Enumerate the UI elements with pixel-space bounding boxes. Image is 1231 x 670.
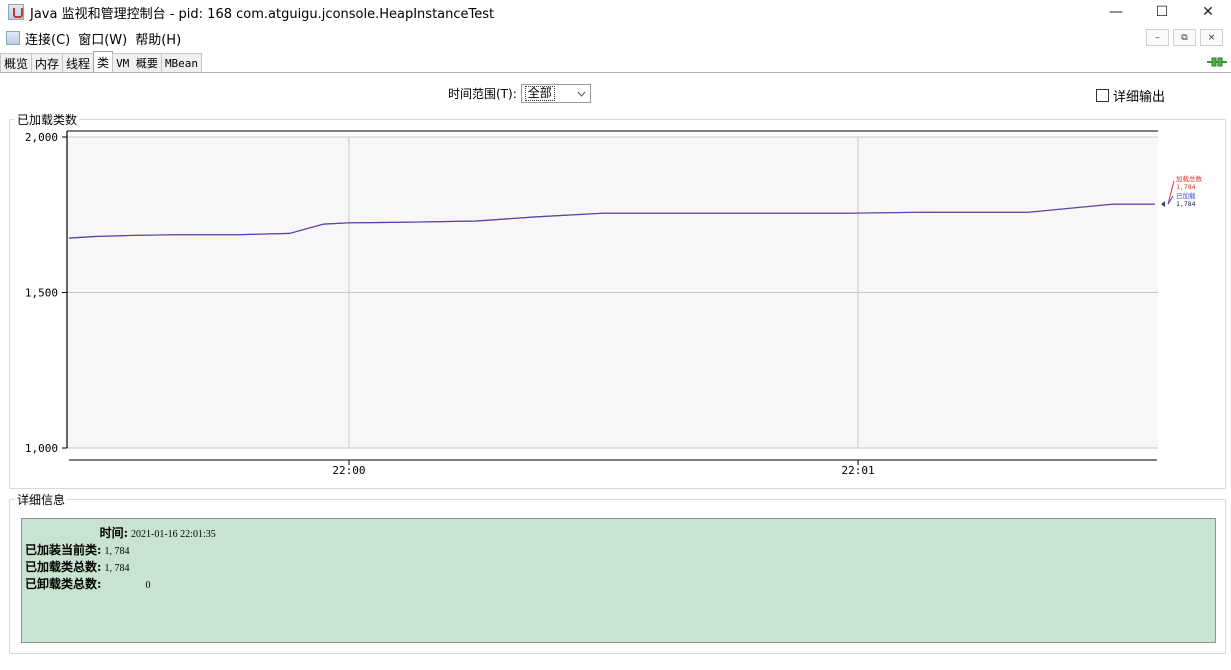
y-tick-label: 2,000 (25, 131, 58, 144)
legend-value-total: 1,784 (1176, 183, 1196, 191)
detail-row-current-classes: 已加装当前类: 1, 784 (25, 541, 129, 558)
current-value-marker (1161, 201, 1165, 208)
detail-row-total-loaded: 已加载类总数: 1, 784 (25, 558, 129, 575)
legend-leader-total (1167, 180, 1175, 205)
detail-label-current-classes: 已加装当前类: (25, 543, 102, 557)
detail-label-total-loaded: 已加载类总数: (25, 560, 102, 574)
y-tick-label: 1,000 (25, 442, 58, 455)
detail-info-panel-title: 详细信息 (15, 491, 68, 508)
legend-label-loaded: 已加载 (1176, 191, 1196, 200)
y-tick-label: 1,500 (25, 287, 58, 300)
detail-info-box: 时间: 2021-01-16 22:01:35 已加装当前类: 1, 784 已… (21, 518, 1216, 643)
detail-value-current-classes: 1, 784 (104, 546, 130, 557)
detail-value-total-unloaded: 0 (145, 580, 151, 591)
detail-row-total-unloaded: 已卸载类总数: 0 (25, 575, 150, 592)
legend-label-total: 加载总数 (1176, 174, 1203, 183)
detail-value-total-loaded: 1, 784 (104, 563, 130, 574)
detail-label-time: 时间: (99, 526, 128, 540)
loaded-classes-chart: 1,0001,5002,00022:00 22:01加载总数1,784已加载1,7… (25, 130, 1203, 477)
detail-value-time: 2021-01-16 22:01:35 (131, 529, 216, 540)
x-tick-label: 22:00 (332, 464, 365, 477)
detail-label-total-unloaded: 已卸载类总数: (25, 577, 102, 591)
legend-value-loaded: 1,784 (1176, 200, 1196, 208)
detail-row-time: 时间: 2021-01-16 22:01:35 (25, 524, 216, 541)
x-tick-label: 22:01 (841, 464, 874, 477)
